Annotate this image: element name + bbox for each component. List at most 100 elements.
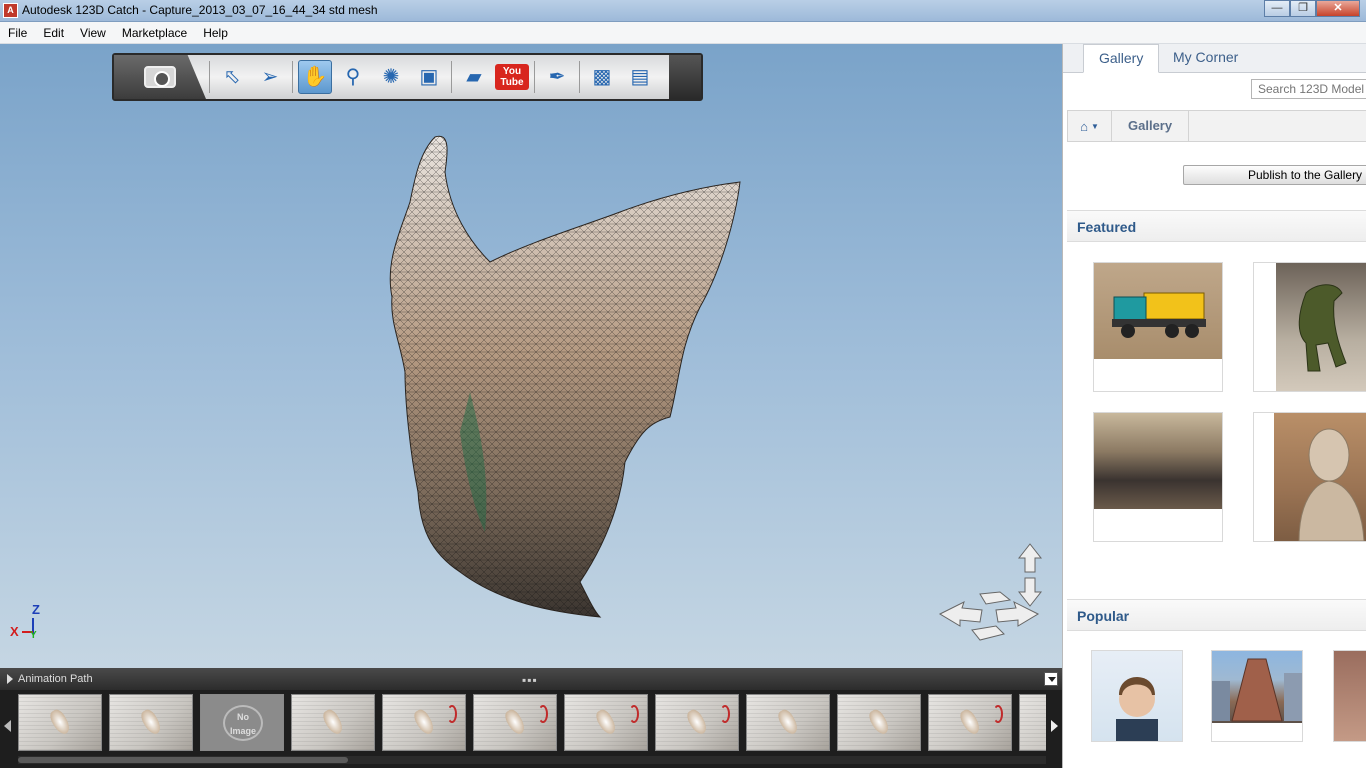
no-image-label: No Image — [223, 705, 263, 741]
panel-tabs: Gallery My Corner — [1063, 44, 1366, 73]
animation-path-label: Animation Path — [18, 673, 93, 685]
move-forward-arrow[interactable] — [979, 591, 1012, 605]
featured-card[interactable] — [1093, 262, 1223, 392]
photo-thumbnail[interactable] — [18, 694, 102, 751]
home-icon: ⌂ — [1080, 118, 1088, 134]
navigation-arrows — [938, 543, 1043, 641]
expand-triangle-icon — [7, 674, 13, 684]
orbit-tool[interactable]: ✺ — [374, 60, 408, 94]
pan-tool[interactable]: ✋ — [298, 60, 332, 94]
photo-thumbnail[interactable] — [928, 694, 1012, 751]
measure-ruler-icon: ▰ — [466, 66, 482, 88]
popular-card[interactable] — [1211, 650, 1303, 742]
close-button[interactable]: ✕ — [1316, 0, 1360, 17]
gallery-panel: Gallery My Corner ⌂▼ Gallery Publish to … — [1062, 44, 1366, 768]
export-mesh-icon: ▩ — [592, 66, 612, 88]
tab-my-corner[interactable]: My Corner — [1158, 44, 1253, 73]
search-input[interactable] — [1251, 79, 1366, 99]
photo-thumbnail[interactable] — [837, 694, 921, 751]
dinosaur-illustration — [1298, 284, 1347, 372]
featured-card[interactable] — [1253, 262, 1366, 392]
featured-title: Featured — [1077, 219, 1137, 235]
select-lasso-tool[interactable]: ➢ — [253, 60, 287, 94]
menu-file[interactable]: File — [0, 26, 35, 40]
photo-thumbnail[interactable] — [109, 694, 193, 751]
photo-thumbnail[interactable] — [291, 694, 375, 751]
window-controls: — ❐ ✕ — [1264, 0, 1360, 18]
featured-card[interactable] — [1093, 412, 1223, 542]
filmstrip-scrollbar[interactable] — [18, 756, 1046, 764]
popular-header: Popular — [1067, 599, 1366, 631]
toy-truck-image — [1094, 263, 1222, 359]
photo-thumbnail[interactable] — [655, 694, 739, 751]
building-illustration — [1212, 658, 1302, 722]
move-up-arrow[interactable] — [1017, 543, 1043, 573]
menu-marketplace[interactable]: Marketplace — [114, 26, 195, 40]
move-left-arrow[interactable] — [938, 601, 983, 627]
featured-header: Featured — [1067, 210, 1366, 242]
menu-edit[interactable]: Edit — [35, 26, 72, 40]
breadcrumb: ⌂ ▼ Gallery — [1067, 110, 1366, 142]
camera-lock-tool[interactable]: ▣ — [412, 60, 446, 94]
restore-button[interactable]: ❐ — [1290, 0, 1316, 17]
person-headset-image — [1092, 651, 1182, 741]
main-toolbar: ⬁ ➢ ✋ ⚲ ✺ ▣ ▰ You Tube ✒ ▩ ▤ — [112, 53, 703, 101]
app-icon: A — [3, 3, 18, 18]
pan-hand-icon: ✋ — [302, 66, 328, 88]
photo-thumbnail[interactable] — [564, 694, 648, 751]
toolbar-separator — [292, 61, 293, 93]
zoom-region-tool[interactable]: ⚲ — [336, 60, 370, 94]
resize-grip-icon[interactable]: ▪▪▪ — [522, 673, 538, 687]
breadcrumb-gallery[interactable]: Gallery — [1112, 111, 1190, 141]
move-back-arrow[interactable] — [971, 625, 1005, 641]
shell-mesh-model[interactable] — [380, 132, 760, 632]
properties-icon: ▤ — [630, 66, 650, 88]
popular-card[interactable] — [1091, 650, 1183, 742]
orbit-icon: ✺ — [382, 66, 400, 88]
photo-thumbnail[interactable] — [382, 694, 466, 751]
menu-help[interactable]: Help — [195, 26, 236, 40]
featured-card[interactable] — [1253, 412, 1366, 542]
mesh-wireframe — [390, 136, 740, 618]
youtube-icon: You Tube — [495, 64, 529, 90]
minimize-button[interactable]: — — [1264, 0, 1290, 17]
zoom-region-icon: ⚲ — [345, 66, 361, 88]
select-rectangle-tool[interactable]: ⬁ — [215, 60, 249, 94]
toolbar-separator — [209, 61, 210, 93]
export-mesh-tool[interactable]: ▩ — [585, 60, 619, 94]
filmstrip-left-arrow[interactable] — [4, 720, 11, 732]
statue-image — [1334, 651, 1366, 741]
publish-button[interactable]: Publish to the Gallery — [1183, 165, 1366, 185]
person-illustration — [1116, 677, 1158, 741]
measure-tool[interactable]: ▰ — [457, 60, 491, 94]
photo-thumbnail[interactable] — [746, 694, 830, 751]
knife-tool[interactable]: ✒ — [540, 60, 574, 94]
properties-tool[interactable]: ▤ — [623, 60, 657, 94]
move-down-arrow[interactable] — [1017, 577, 1043, 607]
dropdown-chevron-icon[interactable] — [1044, 672, 1058, 686]
photo-thumbnail[interactable] — [1019, 694, 1046, 751]
popular-card[interactable] — [1333, 650, 1366, 742]
toolbar-separator — [451, 61, 452, 93]
axis-z-label: Z — [32, 602, 40, 617]
toolbar-end-cap — [669, 55, 701, 99]
photo-thumbnail-missing[interactable]: No Image — [200, 694, 284, 751]
capture-camera-button[interactable] — [114, 55, 206, 99]
photo-thumbnail[interactable] — [473, 694, 557, 751]
axis-indicator: Z X Y — [10, 602, 50, 642]
city-building-image — [1212, 651, 1302, 723]
title-bar: A Autodesk 123D Catch - Capture_2013_03_… — [0, 0, 1366, 22]
home-breadcrumb-button[interactable]: ⌂ ▼ — [1068, 111, 1112, 141]
tab-gallery[interactable]: Gallery — [1083, 44, 1160, 73]
camera-lock-icon: ▣ — [419, 66, 439, 88]
select-lasso-icon: ➢ — [261, 66, 279, 88]
bust-illustration — [1298, 428, 1365, 542]
3d-viewport[interactable]: ⬁ ➢ ✋ ⚲ ✺ ▣ ▰ You Tube ✒ ▩ ▤ Z X Y — [0, 44, 1062, 668]
menu-view[interactable]: View — [72, 26, 114, 40]
scrollbar-thumb[interactable] — [18, 757, 348, 763]
filmstrip-right-arrow[interactable] — [1051, 720, 1058, 732]
move-right-arrow[interactable] — [995, 601, 1040, 627]
animation-path-bar[interactable]: Animation Path ▪▪▪ — [0, 668, 1062, 690]
stone-bust-image — [1274, 413, 1366, 542]
youtube-button[interactable]: You Tube — [495, 60, 529, 94]
